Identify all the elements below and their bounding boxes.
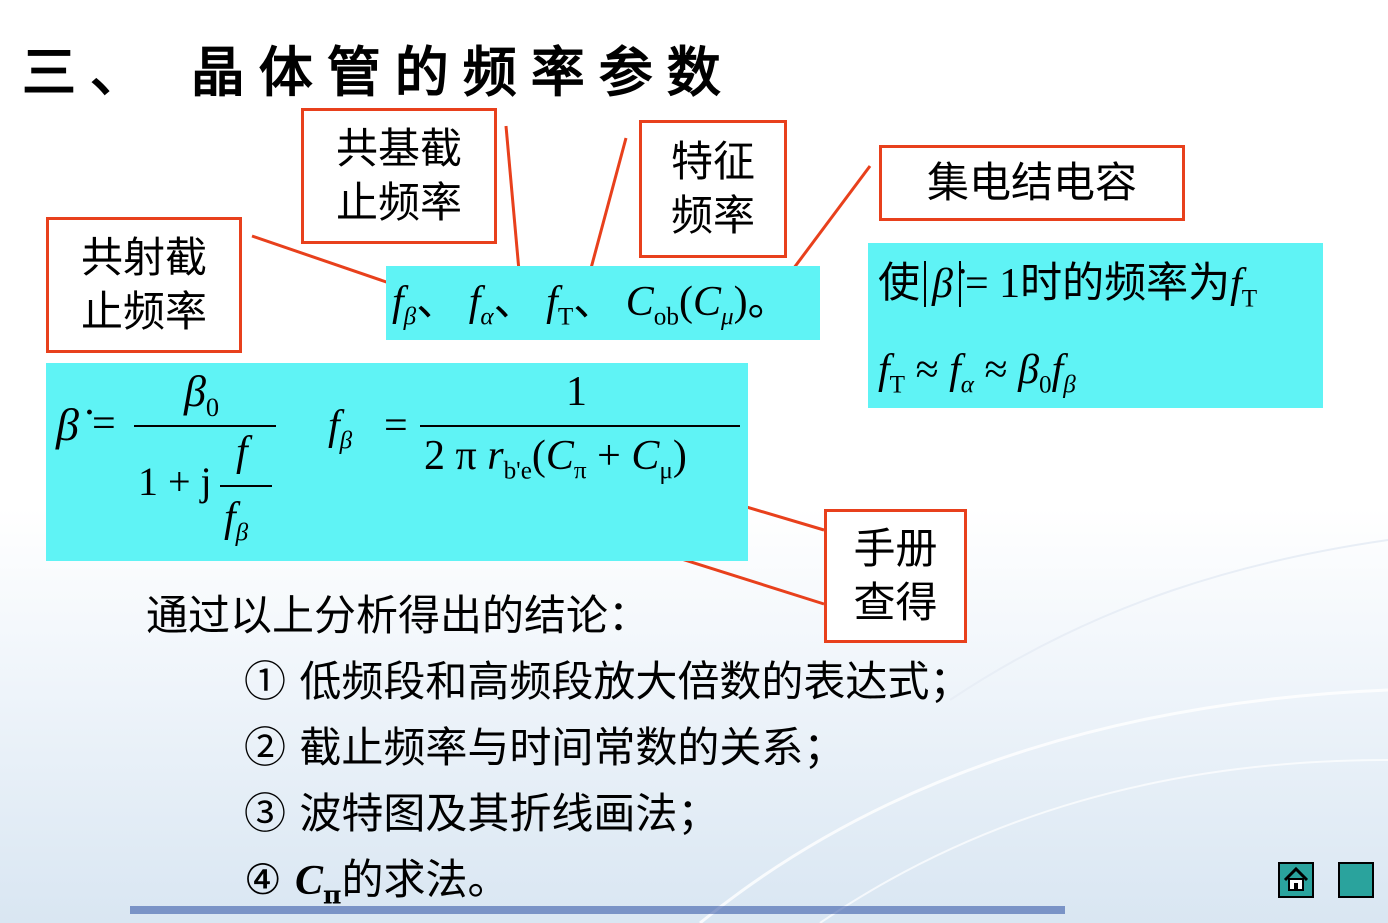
conclusion-item-2: ② 截止频率与时间常数的关系； (244, 723, 846, 772)
callout-common-base: 共基截 止频率 (301, 108, 497, 244)
f-beta: fβ (392, 279, 417, 331)
fT-eq: = 1时的频率为 (964, 261, 1231, 307)
conclusion-intro: 通过以上分析得出的结论： (146, 591, 651, 640)
C-ob: Cob (625, 279, 679, 331)
callout-text: 共基截 (335, 124, 462, 173)
sep: 、 (416, 279, 459, 325)
conclusion-item-1: ① 低频段和高频段放大倍数的表达式； (244, 657, 972, 706)
f-T: fT (546, 279, 574, 331)
beta-abs: β̇ (924, 261, 961, 307)
beta-eq: = (92, 401, 116, 447)
callout-text: 集电结电容 (926, 158, 1137, 207)
fbeta-lhs: fβ (328, 403, 353, 455)
beta-inner-bar (220, 485, 272, 487)
callout-common-emitter: 共射截 止频率 (46, 217, 242, 353)
f-alpha: fα (468, 279, 494, 331)
square-icon (1340, 864, 1372, 896)
beta-inner-num: f (236, 429, 248, 475)
conclusion-item-3: ③ 波特图及其折线画法； (244, 789, 720, 838)
callout-collector-capacitance: 集电结电容 (879, 145, 1185, 221)
callout-text: 特征 (670, 137, 755, 186)
beta-num: β0 (184, 367, 220, 422)
callout-characteristic: 特征 频率 (639, 120, 787, 258)
leader-characteristic (588, 137, 628, 273)
fbeta-num: 1 (566, 369, 587, 415)
C-mu: Cμ (692, 279, 734, 331)
beta-lhs: β̇ (56, 399, 79, 450)
fbeta-eq: = (384, 403, 408, 449)
beta-inner-den: fβ (224, 495, 249, 547)
callout-text: 止频率 (80, 287, 207, 336)
callout-text: 频率 (670, 191, 755, 240)
leader-common-base (504, 125, 522, 283)
callout-text: 手册 (853, 524, 938, 573)
params-line: fβ、 fα、 fT、 Cob(Cμ)。 (392, 279, 790, 331)
callout-text: 查得 (853, 578, 938, 627)
sep: 、 (573, 279, 616, 325)
sep: 、 (493, 279, 536, 325)
fbeta-fraction-bar (420, 425, 740, 427)
beta-den-prefix: 1 + j (138, 459, 212, 504)
home-button[interactable] (1278, 862, 1314, 898)
fT-definition: 使 β̇ = 1时的频率为fT (878, 252, 1257, 331)
fT-f: f (1230, 261, 1242, 307)
fT-relation: fT ≈ fα ≈ β0fβ (878, 347, 1076, 399)
beta-fraction-bar (134, 425, 276, 427)
callout-text: 止频率 (335, 178, 462, 227)
callout-text: 共射截 (80, 233, 207, 282)
next-slide-button[interactable] (1338, 862, 1374, 898)
fT-prefix: 使 (878, 261, 921, 307)
callout-manual: 手册 查得 (824, 509, 967, 643)
end-mark: 。 (747, 279, 790, 325)
slide-title: 三、 晶体管的频率参数 (22, 40, 735, 104)
fT-f-sub: T (1241, 285, 1258, 313)
fbeta-den: 2 π rb'e(Cπ + Cμ) (424, 433, 687, 485)
home-icon (1283, 866, 1309, 891)
conclusion-item-4: ④ Cπ的求法。 (244, 855, 510, 910)
